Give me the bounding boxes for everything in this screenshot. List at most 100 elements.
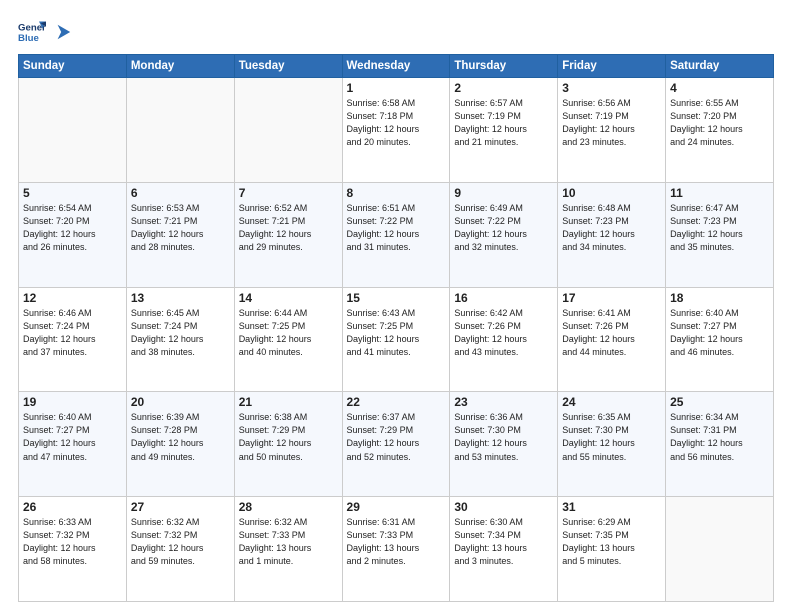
day-number: 18	[670, 291, 769, 305]
calendar-cell: 25 Sunrise: 6:34 AM Sunset: 7:31 PM Dayli…	[666, 392, 774, 497]
day-number: 7	[239, 186, 338, 200]
calendar-cell: 5Sunrise: 6:54 AM Sunset: 7:20 PM Daylig…	[19, 182, 127, 287]
calendar-cell: 18Sunrise: 6:40 AM Sunset: 7:27 PM Dayli…	[666, 287, 774, 392]
day-number: 16	[454, 291, 553, 305]
weekday-header-monday: Monday	[126, 55, 234, 78]
day-number: 13	[131, 291, 230, 305]
day-number: 28	[239, 500, 338, 514]
weekday-header-row: SundayMondayTuesdayWednesdayThursdayFrid…	[19, 55, 774, 78]
calendar-cell: 22Sunrise: 6:37 AM Sunset: 7:29 PM Dayli…	[342, 392, 450, 497]
calendar-body: 1Sunrise: 6:58 AM Sunset: 7:18 PM Daylig…	[19, 78, 774, 602]
calendar-cell: 3 Sunrise: 6:56 AM Sunset: 7:19 PM Daylig…	[558, 78, 666, 183]
logo-arrow-icon	[54, 23, 72, 41]
day-info: Sunrise: 6:46 AM Sunset: 7:24 PM Dayligh…	[23, 307, 122, 359]
calendar-cell: 12 Sunrise: 6:46 AM Sunset: 7:24 PM Dayli…	[19, 287, 127, 392]
calendar-cell: 26 Sunrise: 6:33 AM Sunset: 7:32 PM Dayli…	[19, 497, 127, 602]
day-number: 5	[23, 186, 122, 200]
calendar-cell: 10Sunrise: 6:48 AM Sunset: 7:23 PM Dayli…	[558, 182, 666, 287]
day-info: Sunrise: 6:42 AM Sunset: 7:26 PM Dayligh…	[454, 307, 553, 359]
day-number: 12	[23, 291, 122, 305]
day-info: Sunrise: 6:41 AM Sunset: 7:26 PM Dayligh…	[562, 307, 661, 359]
day-number: 11	[670, 186, 769, 200]
calendar-cell: 28 Sunrise: 6:32 AM Sunset: 7:33 PM Dayli…	[234, 497, 342, 602]
day-number: 30	[454, 500, 553, 514]
day-number: 6	[131, 186, 230, 200]
calendar-cell: 21 Sunrise: 6:38 AM Sunset: 7:29 PM Dayli…	[234, 392, 342, 497]
logo: General Blue	[18, 18, 72, 46]
day-number: 14	[239, 291, 338, 305]
calendar-cell: 4 Sunrise: 6:55 AM Sunset: 7:20 PM Daylig…	[666, 78, 774, 183]
day-number: 8	[347, 186, 446, 200]
weekday-header-friday: Friday	[558, 55, 666, 78]
day-info: Sunrise: 6:47 AM Sunset: 7:23 PM Dayligh…	[670, 202, 769, 254]
header: General Blue	[18, 18, 774, 46]
day-info: Sunrise: 6:49 AM Sunset: 7:22 PM Dayligh…	[454, 202, 553, 254]
weekday-header-saturday: Saturday	[666, 55, 774, 78]
weekday-header-thursday: Thursday	[450, 55, 558, 78]
calendar-week-5: 26 Sunrise: 6:33 AM Sunset: 7:32 PM Dayli…	[19, 497, 774, 602]
calendar-cell: 27 Sunrise: 6:32 AM Sunset: 7:32 PM Dayli…	[126, 497, 234, 602]
day-info: Sunrise: 6:38 AM Sunset: 7:29 PM Dayligh…	[239, 411, 338, 463]
day-number: 26	[23, 500, 122, 514]
calendar-week-4: 19 Sunrise: 6:40 AM Sunset: 7:27 PM Dayli…	[19, 392, 774, 497]
calendar-cell	[666, 497, 774, 602]
svg-text:Blue: Blue	[18, 33, 39, 44]
calendar-table: SundayMondayTuesdayWednesdayThursdayFrid…	[18, 54, 774, 602]
day-info: Sunrise: 6:43 AM Sunset: 7:25 PM Dayligh…	[347, 307, 446, 359]
day-info: Sunrise: 6:32 AM Sunset: 7:33 PM Dayligh…	[239, 516, 338, 568]
day-info: Sunrise: 6:37 AM Sunset: 7:29 PM Dayligh…	[347, 411, 446, 463]
day-number: 27	[131, 500, 230, 514]
day-number: 20	[131, 395, 230, 409]
logo-icon: General Blue	[18, 18, 46, 46]
calendar-cell: 2Sunrise: 6:57 AM Sunset: 7:19 PM Daylig…	[450, 78, 558, 183]
calendar-cell: 6 Sunrise: 6:53 AM Sunset: 7:21 PM Daylig…	[126, 182, 234, 287]
day-number: 19	[23, 395, 122, 409]
calendar-cell: 23 Sunrise: 6:36 AM Sunset: 7:30 PM Dayli…	[450, 392, 558, 497]
day-number: 2	[454, 81, 553, 95]
day-number: 17	[562, 291, 661, 305]
day-number: 25	[670, 395, 769, 409]
calendar-cell: 13 Sunrise: 6:45 AM Sunset: 7:24 PM Dayli…	[126, 287, 234, 392]
day-info: Sunrise: 6:35 AM Sunset: 7:30 PM Dayligh…	[562, 411, 661, 463]
day-info: Sunrise: 6:33 AM Sunset: 7:32 PM Dayligh…	[23, 516, 122, 568]
day-info: Sunrise: 6:53 AM Sunset: 7:21 PM Dayligh…	[131, 202, 230, 254]
day-info: Sunrise: 6:39 AM Sunset: 7:28 PM Dayligh…	[131, 411, 230, 463]
calendar-cell	[19, 78, 127, 183]
calendar-cell: 16 Sunrise: 6:42 AM Sunset: 7:26 PM Dayli…	[450, 287, 558, 392]
day-number: 21	[239, 395, 338, 409]
day-info: Sunrise: 6:34 AM Sunset: 7:31 PM Dayligh…	[670, 411, 769, 463]
weekday-header-sunday: Sunday	[19, 55, 127, 78]
calendar-cell: 19 Sunrise: 6:40 AM Sunset: 7:27 PM Dayli…	[19, 392, 127, 497]
day-info: Sunrise: 6:45 AM Sunset: 7:24 PM Dayligh…	[131, 307, 230, 359]
day-info: Sunrise: 6:48 AM Sunset: 7:23 PM Dayligh…	[562, 202, 661, 254]
day-info: Sunrise: 6:31 AM Sunset: 7:33 PM Dayligh…	[347, 516, 446, 568]
calendar-cell	[126, 78, 234, 183]
calendar-cell: 8 Sunrise: 6:51 AM Sunset: 7:22 PM Daylig…	[342, 182, 450, 287]
day-number: 4	[670, 81, 769, 95]
calendar-cell: 1Sunrise: 6:58 AM Sunset: 7:18 PM Daylig…	[342, 78, 450, 183]
day-info: Sunrise: 6:32 AM Sunset: 7:32 PM Dayligh…	[131, 516, 230, 568]
calendar-cell	[234, 78, 342, 183]
weekday-header-tuesday: Tuesday	[234, 55, 342, 78]
weekday-header-wednesday: Wednesday	[342, 55, 450, 78]
day-number: 1	[347, 81, 446, 95]
day-number: 24	[562, 395, 661, 409]
day-info: Sunrise: 6:40 AM Sunset: 7:27 PM Dayligh…	[23, 411, 122, 463]
day-info: Sunrise: 6:52 AM Sunset: 7:21 PM Dayligh…	[239, 202, 338, 254]
calendar-week-1: 1Sunrise: 6:58 AM Sunset: 7:18 PM Daylig…	[19, 78, 774, 183]
day-info: Sunrise: 6:55 AM Sunset: 7:20 PM Dayligh…	[670, 97, 769, 149]
calendar-cell: 17 Sunrise: 6:41 AM Sunset: 7:26 PM Dayli…	[558, 287, 666, 392]
day-info: Sunrise: 6:51 AM Sunset: 7:22 PM Dayligh…	[347, 202, 446, 254]
day-number: 9	[454, 186, 553, 200]
day-info: Sunrise: 6:56 AM Sunset: 7:19 PM Dayligh…	[562, 97, 661, 149]
day-number: 23	[454, 395, 553, 409]
day-info: Sunrise: 6:29 AM Sunset: 7:35 PM Dayligh…	[562, 516, 661, 568]
calendar-cell: 15Sunrise: 6:43 AM Sunset: 7:25 PM Dayli…	[342, 287, 450, 392]
calendar-cell: 24 Sunrise: 6:35 AM Sunset: 7:30 PM Dayli…	[558, 392, 666, 497]
calendar-cell: 31Sunrise: 6:29 AM Sunset: 7:35 PM Dayli…	[558, 497, 666, 602]
calendar-page: General Blue SundayMondayTuesdayWednesda…	[0, 0, 792, 612]
calendar-cell: 29Sunrise: 6:31 AM Sunset: 7:33 PM Dayli…	[342, 497, 450, 602]
day-number: 3	[562, 81, 661, 95]
day-info: Sunrise: 6:36 AM Sunset: 7:30 PM Dayligh…	[454, 411, 553, 463]
calendar-cell: 7 Sunrise: 6:52 AM Sunset: 7:21 PM Daylig…	[234, 182, 342, 287]
